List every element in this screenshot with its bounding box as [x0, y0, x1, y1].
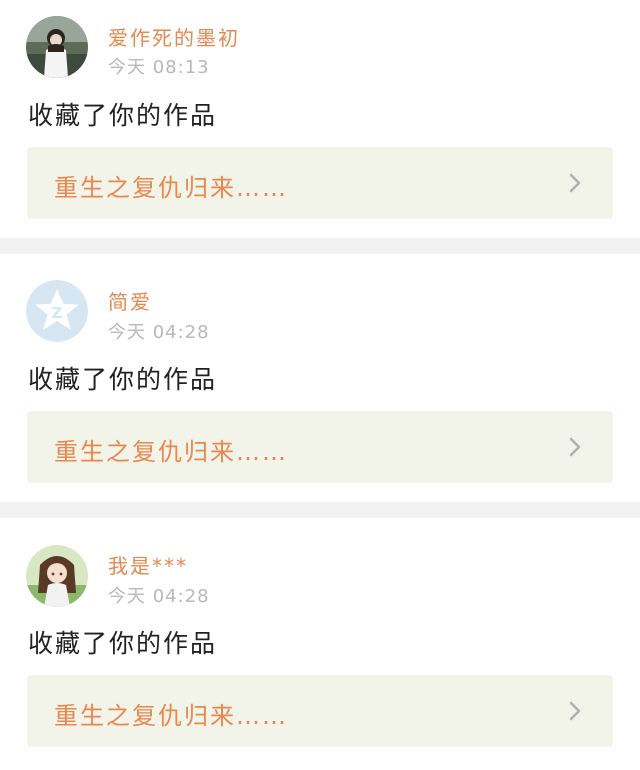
work-title: 重生之复仇归来……: [54, 438, 288, 466]
work-link[interactable]: 重生之复仇归来……: [27, 411, 613, 483]
username[interactable]: 我是***: [108, 550, 188, 579]
work-link[interactable]: 重生之复仇归来……: [27, 147, 613, 219]
avatar[interactable]: [26, 545, 88, 607]
notification-card: 爱作死的墨初 今天 08:13 收藏了你的作品 重生之复仇归来……: [0, 0, 640, 238]
work-title: 重生之复仇归来……: [54, 702, 288, 730]
avatar[interactable]: Z: [26, 280, 88, 342]
action-text: 收藏了你的作品: [28, 101, 218, 130]
qzone-star-avatar-icon: Z: [26, 280, 88, 342]
timestamp: 今天 04:28: [108, 586, 210, 607]
anime-girl-avatar-icon: [26, 545, 88, 607]
username[interactable]: 爱作死的墨初: [108, 22, 240, 51]
notification-card: Z 简爱 今天 04:28 收藏了你的作品 重生之复仇归来……: [0, 254, 640, 502]
notification-feed: 爱作死的墨初 今天 08:13 收藏了你的作品 重生之复仇归来…… Z 简爱 今…: [0, 0, 640, 770]
work-link[interactable]: 重生之复仇归来……: [27, 675, 613, 747]
chevron-right-icon: [569, 437, 581, 457]
chevron-right-icon: [569, 173, 581, 193]
svg-text:Z: Z: [52, 304, 63, 322]
timestamp: 今天 08:13: [108, 57, 210, 78]
username[interactable]: 简爱: [108, 286, 152, 315]
chevron-right-icon: [569, 701, 581, 721]
avatar[interactable]: [26, 16, 88, 78]
timestamp: 今天 04:28: [108, 322, 210, 343]
action-text: 收藏了你的作品: [28, 365, 218, 394]
girl-photo-avatar-icon: [26, 16, 88, 78]
action-text: 收藏了你的作品: [28, 629, 218, 658]
notification-card: 我是*** 今天 04:28 收藏了你的作品 重生之复仇归来……: [0, 518, 640, 770]
work-title: 重生之复仇归来……: [54, 174, 288, 202]
